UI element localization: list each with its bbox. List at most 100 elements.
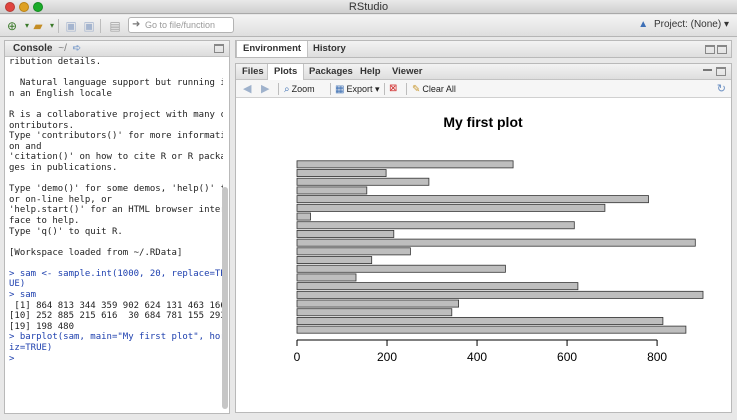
bar [296, 308, 453, 317]
minimize-window-button[interactable] [19, 2, 29, 12]
project-menu[interactable]: ▲ Project: (None) ▾ [638, 19, 729, 30]
bar [296, 290, 704, 299]
plot-viewer: My first plot 0 200 400 600 800 [236, 99, 731, 412]
maximize-pane-icon[interactable] [717, 45, 727, 54]
console-output[interactable]: ribution details. Natural language suppo… [5, 57, 223, 413]
console-line: or on-line help, or [9, 194, 112, 205]
console-tab[interactable]: Console ~/ ➪ [5, 41, 229, 57]
save-all-icon[interactable]: ▣ [81, 18, 97, 34]
plots-toolbar: ◀ ▶ ⌕ Zoom ▦ Export ▾ ⊠ ✎ Clear All ↻ [236, 80, 731, 98]
print-icon[interactable]: ▤ [107, 18, 123, 34]
goto-placeholder: Go to file/function [145, 20, 216, 30]
zoom-window-button[interactable] [33, 2, 43, 12]
tab-plots[interactable]: Plots [267, 64, 305, 80]
console-line: Type 'q()' to quit R. [9, 226, 123, 237]
bar [296, 316, 664, 325]
refresh-icon[interactable]: ↻ [717, 83, 726, 95]
toolbar-divider [278, 83, 279, 95]
new-file-icon[interactable]: ⊕ [4, 18, 20, 34]
clear-all-label: Clear All [422, 84, 456, 94]
x-tick-label: 0 [294, 350, 301, 364]
maximize-pane-icon[interactable] [716, 67, 726, 76]
save-icon[interactable]: ▣ [63, 18, 79, 34]
next-plot-icon[interactable]: ▶ [261, 83, 269, 95]
x-tick-label: 600 [557, 350, 577, 364]
bar [296, 212, 311, 221]
barplot-chart: My first plot 0 200 400 600 800 [294, 114, 704, 364]
bar [296, 299, 460, 308]
bar [296, 221, 575, 230]
tab-files[interactable]: Files [236, 64, 270, 80]
console-line: Type 'demo()' for some demos, 'help()' f [9, 184, 223, 195]
export-menu-button[interactable]: ▦ Export ▾ [335, 83, 380, 95]
console-line: [Workspace loaded from ~/.RData] [9, 247, 183, 258]
tab-viewer[interactable]: Viewer [386, 64, 428, 80]
goto-search-icon: ➜ [132, 19, 141, 30]
console-line: face to help. [9, 215, 80, 226]
maximize-pane-icon[interactable] [214, 44, 224, 53]
console-scroll-thumb[interactable] [222, 187, 228, 409]
console-line: > barplot(sam, main="My first plot", hor [9, 332, 223, 343]
x-tick-label: 400 [467, 350, 487, 364]
tab-history[interactable]: History [307, 41, 352, 57]
bar [296, 169, 387, 177]
zoom-button[interactable]: ⌕ Zoom [284, 83, 315, 95]
broom-icon: ✎ [412, 84, 421, 95]
export-label: Export [346, 84, 373, 94]
bar [296, 186, 368, 195]
bar [296, 325, 687, 334]
bar [296, 264, 506, 273]
console-line: 'citation()' on how to cite R or R packa [9, 152, 223, 163]
toolbar-divider [330, 83, 331, 95]
console-tab-label: Console [13, 43, 53, 54]
export-icon: ▦ [335, 84, 345, 95]
window-titlebar: RStudio [0, 0, 737, 14]
console-line: [19] 198 480 [9, 321, 75, 332]
remove-plot-icon[interactable]: ⊠ [389, 83, 397, 95]
chevron-down-icon: ▾ [723, 19, 729, 30]
bar [296, 195, 649, 204]
main-toolbar: ⊕ ▾ ▰ ▾ ▣ ▣ ▤ ➜ Go to file/function ▲ Pr… [0, 15, 737, 37]
console-line: [10] 252 885 215 616 30 684 781 155 293 [9, 311, 223, 322]
bar [296, 238, 696, 247]
close-window-button[interactable] [5, 2, 15, 12]
console-line: ges in publications. [9, 162, 118, 173]
bar [296, 229, 395, 238]
console-pane: Console ~/ ➪ ribution details. Natural l… [4, 40, 230, 414]
tab-environment[interactable]: Environment [236, 41, 309, 57]
toolbar-divider [406, 83, 407, 95]
tab-packages[interactable]: Packages [303, 64, 359, 80]
goto-directory-icon[interactable]: ➪ [73, 43, 81, 54]
console-line: R is a collaborative project with many c [9, 109, 223, 120]
zoom-label: Zoom [291, 84, 315, 94]
window-title: RStudio [348, 1, 389, 13]
x-tick-label: 200 [377, 350, 397, 364]
console-scrollbar[interactable] [222, 59, 228, 411]
environment-pane: Environment History [235, 40, 732, 58]
tab-help[interactable]: Help [354, 64, 387, 80]
console-line: > sam [9, 290, 37, 301]
console-line: > sam <- sample.int(1000, 20, replace=TR [9, 268, 223, 279]
console-line: n an English locale [9, 88, 112, 99]
console-line: Natural language support but running i [9, 78, 223, 89]
console-line: ontributors. [9, 120, 75, 131]
goto-file-function-input[interactable]: ➜ Go to file/function [128, 17, 234, 33]
bar [296, 177, 430, 186]
minimize-pane-icon[interactable] [705, 45, 715, 54]
clear-all-button[interactable]: ✎ Clear All [412, 83, 456, 95]
console-line: iz=TRUE) [9, 343, 53, 354]
console-line: UE) [9, 279, 26, 290]
bar [296, 282, 579, 291]
project-label: Project: (None) [653, 19, 722, 30]
bar [296, 256, 373, 264]
console-line: > [9, 353, 15, 364]
previous-plot-icon[interactable]: ◀ [243, 83, 251, 95]
bar [296, 247, 411, 256]
console-line: 'help.start()' for an HTML browser inter [9, 205, 223, 216]
minimize-pane-icon[interactable] [703, 69, 712, 71]
console-line: [1] 864 813 344 359 902 624 131 463 166 [9, 300, 223, 311]
